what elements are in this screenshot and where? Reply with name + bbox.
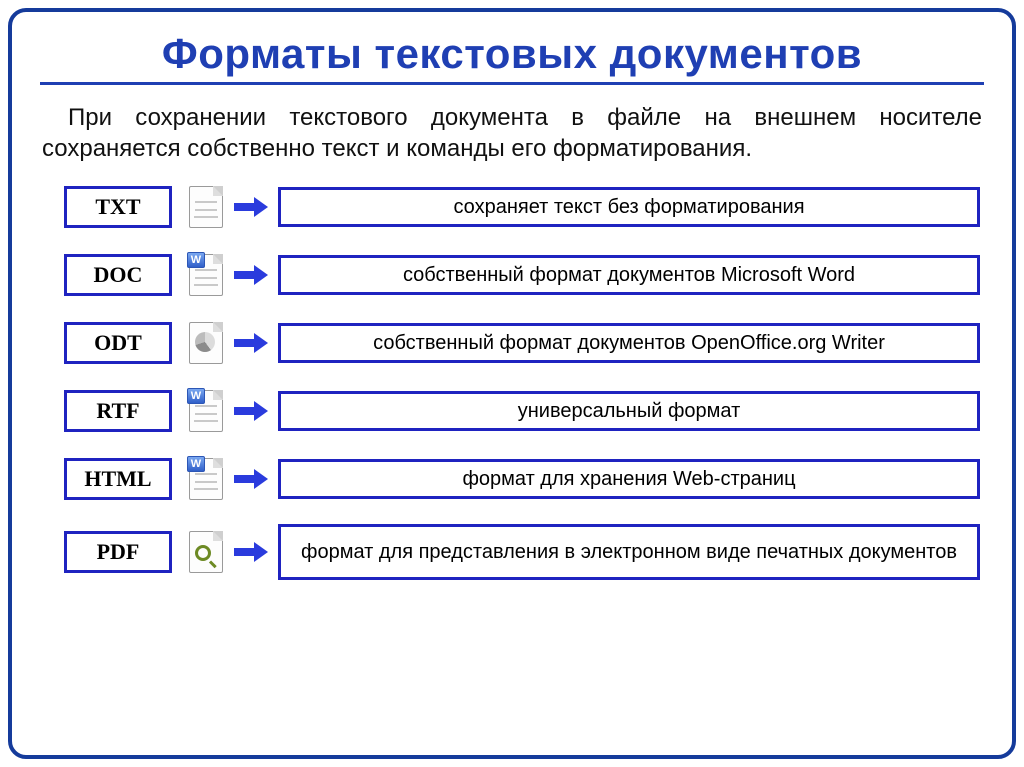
arrow-icon [234,333,270,353]
arrow-icon [234,197,270,217]
row-pdf: PDF формат для представления в электронн… [64,524,984,580]
arrow-icon [234,542,270,562]
format-list: TXT сохраняет текст без форматирования D… [40,184,984,580]
pdf-file-icon [186,529,226,575]
desc-box: собственный формат документов OpenOffice… [278,323,980,363]
intro-paragraph: При сохранении текстового документа в фа… [40,103,984,164]
row-html: HTML W формат для хранения Web-страниц [64,456,984,502]
format-box: PDF [64,531,172,573]
html-file-icon: W [186,456,226,502]
row-doc: DOC W собственный формат документов Micr… [64,252,984,298]
arrow-icon [234,265,270,285]
desc-box: сохраняет текст без форматирования [278,187,980,227]
desc-box: формат для хранения Web-страниц [278,459,980,499]
desc-box: универсальный формат [278,391,980,431]
slide-title: Форматы текстовых документов [40,30,984,82]
format-box: RTF [64,390,172,432]
format-box: HTML [64,458,172,500]
rtf-file-icon: W [186,388,226,434]
format-box: TXT [64,186,172,228]
arrow-icon [234,401,270,421]
title-rule [40,82,984,85]
row-odt: ODT собственный формат документов OpenOf… [64,320,984,366]
doc-file-icon: W [186,252,226,298]
row-txt: TXT сохраняет текст без форматирования [64,184,984,230]
slide-frame: Форматы текстовых документов При сохране… [8,8,1016,759]
format-box: DOC [64,254,172,296]
desc-box: формат для представления в электронном в… [278,524,980,580]
txt-file-icon [186,184,226,230]
arrow-icon [234,469,270,489]
format-box: ODT [64,322,172,364]
desc-box: собственный формат документов Microsoft … [278,255,980,295]
odt-file-icon [186,320,226,366]
row-rtf: RTF W универсальный формат [64,388,984,434]
